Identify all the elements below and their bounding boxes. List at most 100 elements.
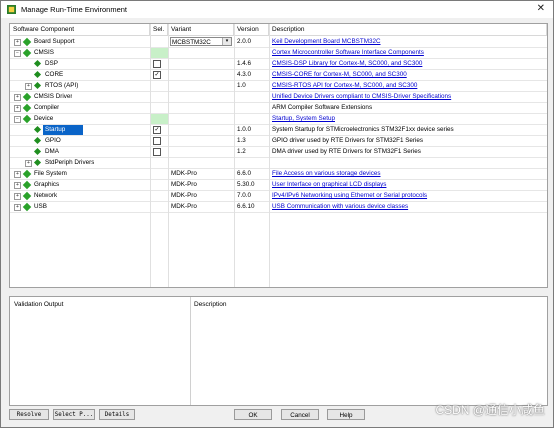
chevron-down-icon[interactable]: ▾ [222,38,231,45]
pane-divider[interactable] [190,297,191,405]
variant-value: MDK-Pro [171,192,197,199]
expand-icon[interactable]: + [14,94,21,101]
cancel-button[interactable]: Cancel [281,409,319,420]
expand-icon[interactable]: + [25,83,32,90]
component-row[interactable]: DMA 1.2 DMA driver used by RTE Drivers for… [10,147,547,158]
details-button[interactable]: Details [99,409,135,420]
component-icon [33,147,42,156]
status-highlight [151,114,168,124]
component-name[interactable]: Graphics [34,180,59,190]
collapse-icon[interactable]: − [14,116,21,123]
expand-icon[interactable]: + [14,39,21,46]
variant-value: MDK-Pro [171,203,197,210]
component-row[interactable]: CORE ✓ 4.3.0 CMSIS-CORE for Cortex-M, SC000… [10,70,547,81]
expand-icon[interactable]: + [14,182,21,189]
column-header-variant[interactable]: Variant [168,24,234,36]
component-name[interactable]: CMSIS Driver [34,92,72,102]
component-row[interactable]: + Compiler ARM Compiler Software Extension… [10,103,547,114]
description-link[interactable]: IPv4/IPv6 Networking using Ethernet or S… [272,191,544,201]
component-row[interactable]: + File System MDK-Pro 6.6.0 File Access on v… [10,169,547,180]
component-name[interactable]: Compiler [34,103,59,113]
component-name[interactable]: Network [34,191,57,201]
validation-output-label: Validation Output [14,301,64,308]
description-link[interactable]: File Access on various storage devices [272,169,544,179]
variant-value: MCBSTM32C [172,39,211,46]
select-checkbox[interactable] [153,148,161,156]
component-row[interactable]: + Board Support MCBSTM32C ▾ 2.0.0 Keil Develo… [10,37,547,48]
component-row[interactable]: Startup ✓ 1.0.0 System Startup for STMicroe… [10,125,547,136]
rte-dialog: Manage Run-Time Environment ✕ Software C… [0,0,554,428]
close-icon[interactable]: ✕ [537,3,545,14]
version-value: 4.3.0 [237,71,252,78]
component-row[interactable]: + Graphics MDK-Pro 5.30.0 User Interface on … [10,180,547,191]
expand-icon[interactable]: + [14,193,21,200]
select-checkbox[interactable]: ✓ [153,126,161,134]
version-value: 1.4.6 [237,60,252,67]
expand-icon[interactable]: + [14,204,21,211]
description-link[interactable]: Keil Development Board MCBSTM32C [272,37,544,47]
component-name[interactable]: File System [34,169,67,179]
component-name[interactable]: Device [34,114,53,124]
help-button[interactable]: Help [327,409,365,420]
title-bar: Manage Run-Time Environment ✕ [1,1,553,18]
component-row[interactable]: + Network MDK-Pro 7.0.0 IPv4/IPv6 Networking… [10,191,547,202]
keil-app-icon [7,5,16,14]
component-name[interactable]: DSP [45,59,58,69]
component-icon [22,92,32,102]
description-link[interactable]: CMSIS-RTOS API for Cortex-M, SC000, and … [272,81,544,91]
component-name[interactable]: CMSIS [34,48,54,58]
description-link[interactable]: CMSIS-CORE for Cortex-M, SC000, and SC30… [272,70,544,80]
column-header-sel[interactable]: Sel. [150,24,168,36]
component-icon [33,136,42,145]
component-icon [33,158,42,167]
version-value: 6.6.10 [237,203,255,210]
description-link[interactable]: Cortex Microcontroller Software Interfac… [272,48,544,58]
expand-icon[interactable]: + [25,160,32,167]
description-link[interactable]: CMSIS-DSP Library for Cortex-M, SC000, a… [272,59,544,69]
component-name[interactable]: DMA [45,147,59,157]
component-row[interactable]: DSP 1.4.6 CMSIS-DSP Library for Cortex-M, … [10,59,547,70]
expand-icon[interactable]: + [14,105,21,112]
component-row[interactable]: + CMSIS Driver Unified Device Drivers comp… [10,92,547,103]
description-link[interactable]: User Interface on graphical LCD displays [272,180,544,190]
component-name[interactable]: Board Support [34,37,75,47]
select-packs-button[interactable]: Select P... [53,409,95,420]
description-link[interactable]: USB Communication with various device cl… [272,202,544,212]
column-header-description[interactable]: Description [269,24,547,36]
component-row[interactable]: − Device Startup, System Setup [10,114,547,125]
resolve-button[interactable]: Resolve [9,409,49,420]
variant-select[interactable]: MCBSTM32C ▾ [170,37,232,46]
component-name[interactable]: RTOS (API) [45,81,78,91]
component-icon [22,191,32,201]
component-name[interactable]: StdPeriph Drivers [45,158,94,168]
variant-value: MDK-Pro [171,170,197,177]
expand-icon[interactable]: + [14,171,21,178]
description-link[interactable]: Startup, System Setup [272,114,544,124]
column-header-version[interactable]: Version [234,24,269,36]
component-row[interactable]: + RTOS (API) 1.0 CMSIS-RTOS API for Cortex-… [10,81,547,92]
component-row[interactable]: + StdPeriph Drivers [10,158,547,169]
description-link[interactable]: Unified Device Drivers compliant to CMSI… [272,92,544,102]
component-row[interactable]: + USB MDK-Pro 6.6.10 USB Communication with … [10,202,547,213]
component-icon [33,59,42,68]
component-icon [22,37,32,47]
component-icon [22,48,32,58]
select-checkbox[interactable]: ✓ [153,71,161,79]
component-name[interactable]: USB [34,202,47,212]
csdn-watermark: CSDN @通信小咸鱼 [435,403,545,417]
component-name[interactable]: GPIO [45,136,61,146]
component-row[interactable]: GPIO 1.3 GPIO driver used by RTE Drivers f… [10,136,547,147]
component-icon [22,202,32,212]
component-name[interactable]: CORE [45,70,63,80]
select-checkbox[interactable] [153,137,161,145]
version-value: 2.0.0 [237,38,252,45]
ok-button[interactable]: OK [234,409,272,420]
select-checkbox[interactable] [153,60,161,68]
collapse-icon[interactable]: − [14,50,21,57]
component-name[interactable]: Startup [45,125,65,135]
version-value: 5.30.0 [237,181,255,188]
status-highlight [151,48,168,58]
description-text: GPIO driver used by RTE Drivers for STM3… [272,137,424,144]
component-row[interactable]: − CMSIS Cortex Microcontroller Software In… [10,48,547,59]
column-header-component[interactable]: Software Component [10,24,150,36]
